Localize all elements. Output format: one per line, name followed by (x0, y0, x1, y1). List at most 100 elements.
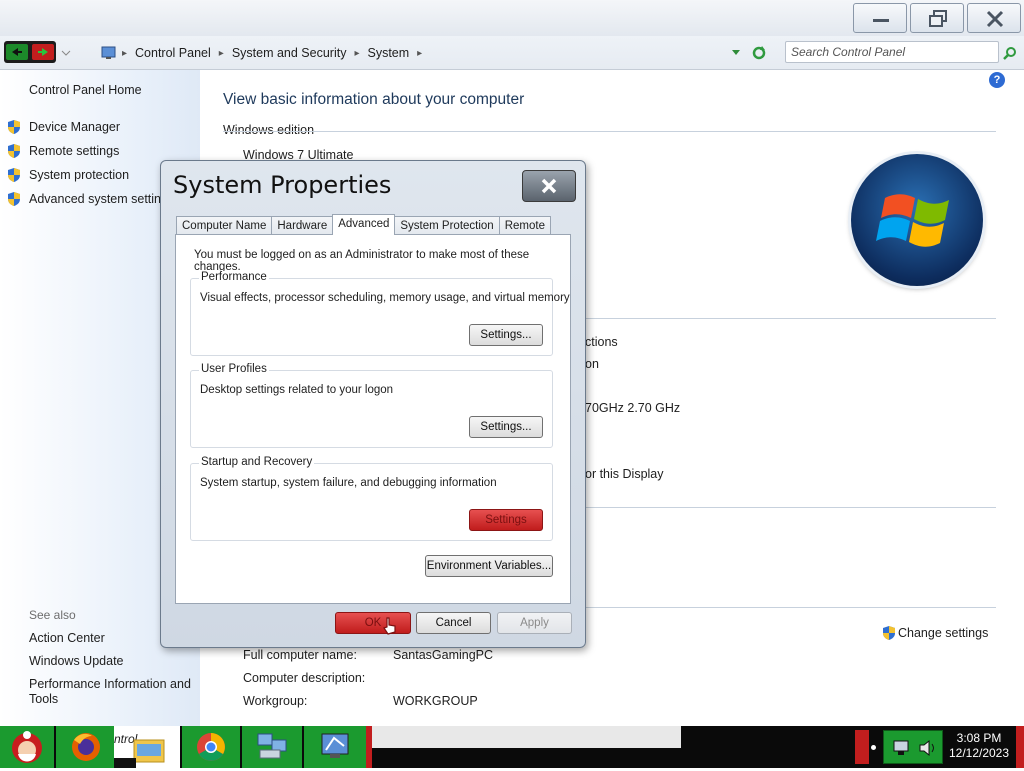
device-manager-link[interactable]: Device Manager (6, 119, 120, 135)
windows-logo (851, 154, 983, 286)
remote-settings-link[interactable]: Remote settings (6, 143, 119, 159)
full-computer-name-value: SantasGamingPC (393, 648, 494, 662)
hand-cursor-icon (383, 617, 396, 635)
volume-tray-icon[interactable] (918, 739, 938, 757)
uac-shield-icon (8, 168, 20, 182)
back-button[interactable] (6, 44, 28, 60)
refresh-icon[interactable] (751, 45, 767, 61)
apply-button[interactable]: Apply (497, 612, 572, 634)
change-settings-label: Change settings (898, 626, 989, 640)
crumb-control-panel[interactable]: Control Panel (135, 46, 211, 60)
network-taskbar-button[interactable] (242, 726, 302, 768)
remote-settings-label: Remote settings (29, 144, 120, 158)
workgroup-value: WORKGROUP (393, 694, 478, 708)
tab-advanced[interactable]: Advanced (332, 214, 396, 235)
tray-dot (871, 745, 876, 750)
processor-speed-partial: 70GHz 2.70 GHz (585, 401, 681, 415)
startup-recovery-settings-button[interactable]: Settings (469, 509, 543, 531)
device-manager-label: Device Manager (29, 120, 121, 134)
partial-text-display: or this Display (585, 467, 664, 481)
system-properties-dialog: System Properties Computer Name Hardware… (160, 160, 586, 648)
show-desktop-button[interactable] (1016, 726, 1024, 768)
address-bar: ▸ Control Panel ▸ System and Security ▸ … (0, 36, 1024, 70)
action-center-link[interactable]: Action Center (29, 631, 105, 645)
crumb-system[interactable]: System (367, 46, 409, 60)
restore-icon (929, 10, 947, 27)
santa-start-icon (12, 731, 42, 763)
crumb-system-and-security[interactable]: System and Security (232, 46, 347, 60)
breadcrumb-separator-icon[interactable]: ▸ (354, 48, 359, 59)
performance-settings-button[interactable]: Settings... (469, 324, 543, 346)
windows-edition-heading: Windows edition (223, 123, 315, 137)
admin-notice: You must be logged on as an Administrato… (194, 249, 530, 273)
tab-strip: Computer Name Hardware Advanced System P… (176, 214, 551, 235)
environment-variables-button[interactable]: Environment Variables... (425, 555, 553, 577)
breadcrumb: ▸ Control Panel ▸ System and Security ▸ … (100, 45, 430, 61)
windows-update-link[interactable]: Windows Update (29, 654, 124, 668)
search-input[interactable]: Search Control Panel (785, 41, 999, 63)
user-profiles-description: Desktop settings related to your logon (200, 384, 394, 396)
close-window-button[interactable] (967, 3, 1021, 33)
performance-description: Visual effects, processor scheduling, me… (200, 292, 570, 304)
computer-description-label: Computer description: (243, 671, 366, 685)
system-protection-label: System protection (29, 168, 130, 182)
see-also-heading: See also (29, 608, 76, 622)
firefox-icon (72, 733, 100, 761)
breadcrumb-separator-icon[interactable]: ▸ (219, 48, 224, 59)
breadcrumb-separator-icon[interactable]: ▸ (122, 48, 127, 59)
close-icon (541, 178, 557, 194)
system-properties-taskbar-button[interactable] (304, 726, 368, 768)
taskbar-empty-area (372, 726, 681, 748)
help-icon[interactable]: ? (989, 72, 1005, 88)
full-computer-name-label: Full computer name: (243, 648, 357, 662)
taskbar: ntrol 3:08 PM 12/12/2023 (0, 726, 1024, 768)
network-tray-icon[interactable] (892, 739, 912, 757)
uac-shield-icon (8, 120, 20, 134)
advanced-system-settings-link[interactable]: Advanced system settings (6, 191, 174, 207)
firefox-taskbar-button[interactable] (56, 726, 114, 768)
change-settings-link[interactable]: Change settings (881, 625, 988, 641)
taskbar-clock[interactable]: 3:08 PM 12/12/2023 (944, 731, 1014, 761)
uac-shield-icon (8, 144, 20, 158)
restore-button[interactable] (910, 3, 964, 33)
workgroup-label: Workgroup: (243, 694, 308, 708)
page-title: View basic information about your comput… (223, 91, 525, 108)
cancel-button[interactable]: Cancel (416, 612, 491, 634)
start-button[interactable] (0, 726, 54, 768)
minimize-button[interactable] (853, 3, 907, 33)
uac-shield-icon (883, 626, 895, 640)
clock-time: 3:08 PM (956, 731, 1002, 745)
divider (223, 131, 996, 132)
recent-pages-chevron-icon[interactable] (61, 49, 71, 57)
tab-system-protection[interactable]: System Protection (394, 216, 500, 235)
system-protection-link[interactable]: System protection (6, 167, 129, 183)
advanced-system-settings-label: Advanced system settings (29, 192, 175, 206)
tab-remote[interactable]: Remote (498, 216, 551, 235)
windows-flag-icon (876, 194, 949, 247)
user-profiles-settings-button[interactable]: Settings... (469, 416, 543, 438)
chrome-taskbar-button[interactable] (182, 726, 240, 768)
control-panel-home-link[interactable]: Control Panel Home (29, 83, 142, 97)
control-panel-taskbar-button[interactable]: ntrol (114, 726, 180, 768)
user-profiles-group: User Profiles Desktop settings related t… (190, 363, 553, 448)
dialog-close-button[interactable] (522, 170, 576, 202)
tab-hardware[interactable]: Hardware (271, 216, 334, 235)
breadcrumb-separator-icon[interactable]: ▸ (417, 48, 422, 59)
uac-shield-icon (8, 192, 20, 206)
search-icon[interactable] (1003, 46, 1017, 60)
performance-info-link[interactable]: Performance Information and Tools (29, 677, 194, 707)
startup-recovery-group: Startup and Recovery System startup, sys… (190, 456, 553, 541)
address-dropdown-icon[interactable] (731, 49, 741, 57)
partial-text-on: on (585, 357, 599, 371)
performance-label: Performance (199, 271, 269, 283)
performance-group: Performance Visual effects, processor sc… (190, 271, 570, 356)
dialog-title: System Properties (173, 171, 392, 199)
user-profiles-label: User Profiles (199, 363, 269, 375)
forward-button[interactable] (32, 44, 54, 60)
ok-button[interactable]: OK (335, 612, 411, 634)
tab-computer-name[interactable]: Computer Name (176, 216, 273, 235)
control-panel-icon (101, 46, 116, 59)
network-computers-icon (257, 733, 287, 759)
system-monitor-icon (321, 733, 349, 758)
folder-icon (133, 739, 165, 763)
